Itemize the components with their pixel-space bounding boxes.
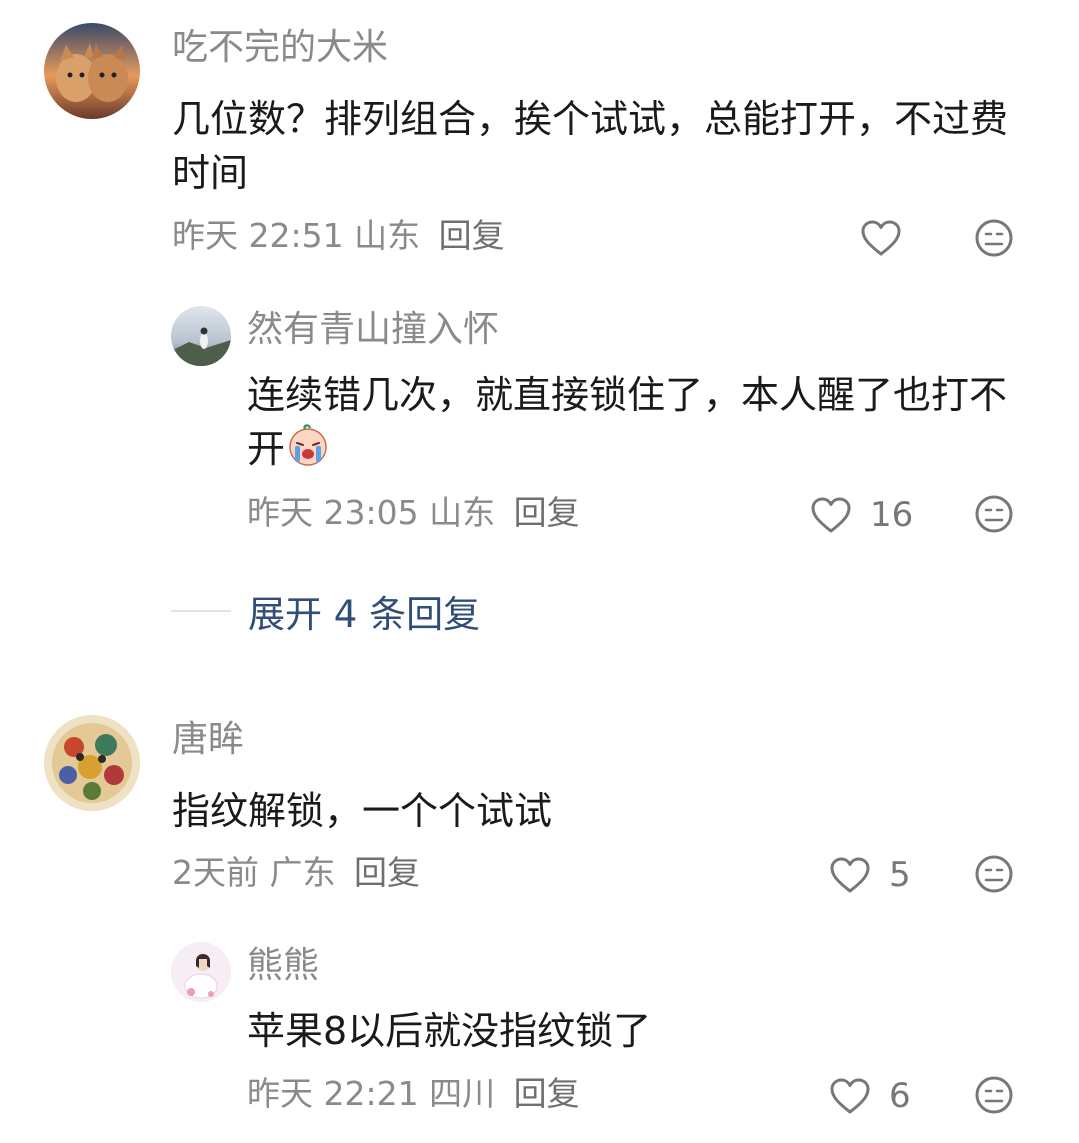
like-button[interactable]: 5 — [829, 853, 911, 897]
meh-face-icon[interactable] — [974, 494, 1014, 534]
heart-outline-icon — [830, 857, 870, 893]
location: 四川 — [429, 1074, 496, 1113]
avatar[interactable] — [44, 715, 140, 811]
location: 广东 — [269, 853, 336, 892]
username[interactable]: 吃不完的大米 — [172, 26, 388, 70]
like-count: 5 — [889, 855, 911, 895]
timestamp: 昨天 22:51 — [172, 216, 344, 255]
comment-meta: 昨天 23:05 山东 回复 — [247, 493, 580, 533]
like-count: 16 — [870, 495, 914, 535]
location: 山东 — [354, 216, 421, 255]
comment-text: 几位数？排列组合，挨个试试，总能打开，不过费时间 — [172, 97, 1009, 195]
avatar[interactable] — [171, 942, 231, 1002]
reply-button[interactable]: 回复 — [439, 216, 505, 255]
comment-text: 连续错几次，就直接锁住了，本人醒了也打不开 — [247, 373, 1008, 471]
expand-replies-label: 展开 4 条回复 — [248, 593, 481, 636]
divider — [171, 610, 231, 612]
avatar[interactable] — [171, 306, 231, 366]
username[interactable]: 唐眸 — [172, 718, 244, 762]
avatar[interactable] — [44, 23, 140, 119]
timestamp: 昨天 23:05 — [247, 493, 419, 532]
meh-face-icon[interactable] — [974, 218, 1014, 258]
comment-meta: 2天前 广东 回复 — [172, 853, 420, 893]
heart-outline-icon — [861, 220, 901, 256]
reply-button[interactable]: 回复 — [514, 493, 580, 532]
comment-text: 指纹解锁，一个个试试 — [172, 789, 553, 833]
comment-meta: 昨天 22:51 山东 回复 — [172, 216, 505, 256]
meh-face-icon[interactable] — [974, 1075, 1014, 1115]
like-button[interactable]: 6 — [829, 1074, 911, 1118]
meh-face-icon[interactable] — [974, 854, 1014, 894]
username[interactable]: 然有青山撞入怀 — [247, 308, 499, 352]
like-button[interactable] — [860, 216, 920, 260]
location: 山东 — [429, 493, 496, 532]
heart-outline-icon — [830, 1078, 870, 1114]
reply-button[interactable]: 回复 — [514, 1074, 580, 1113]
like-button[interactable]: 16 — [810, 493, 913, 537]
like-count: 6 — [889, 1076, 911, 1116]
expand-replies-button[interactable]: 展开 4 条回复 — [171, 584, 480, 638]
username[interactable]: 熊熊 — [247, 944, 319, 988]
heart-outline-icon — [811, 497, 851, 533]
comment-text: 苹果8以后就没指纹锁了 — [247, 1009, 652, 1053]
timestamp: 2天前 — [172, 853, 259, 892]
timestamp: 昨天 22:21 — [247, 1074, 419, 1113]
comment-meta: 昨天 22:21 四川 回复 — [247, 1074, 580, 1114]
crying-face-emoji — [289, 424, 327, 466]
reply-button[interactable]: 回复 — [354, 853, 420, 892]
